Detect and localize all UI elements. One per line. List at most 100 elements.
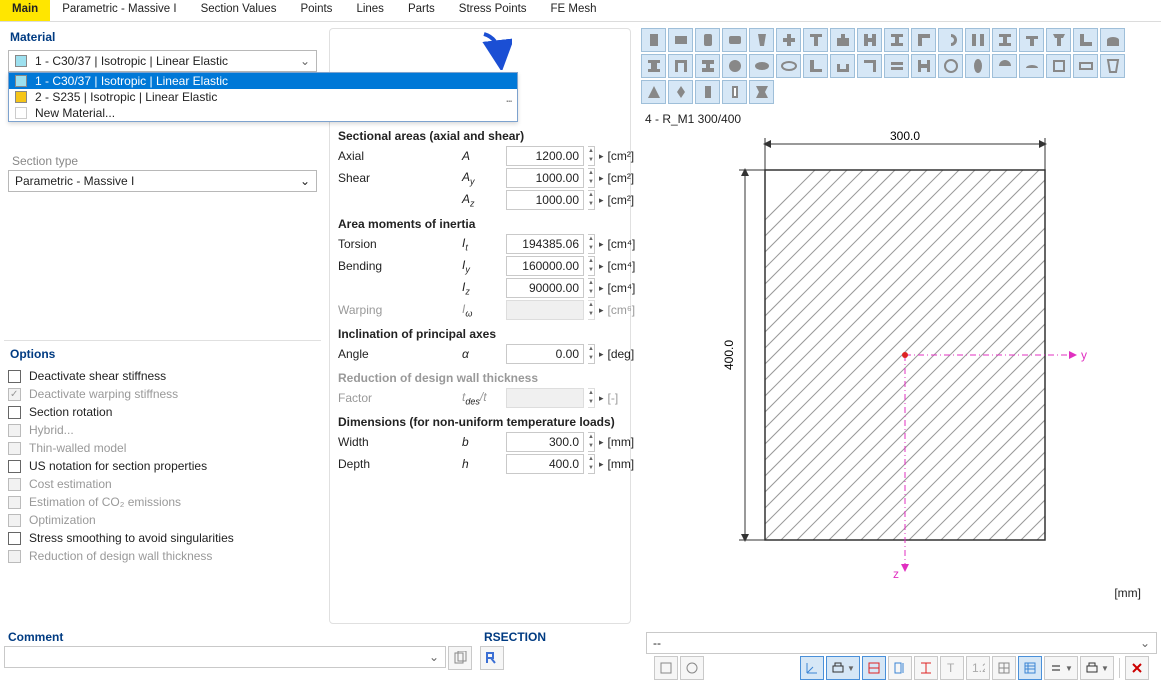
prop-value-input[interactable]: 300.0: [506, 432, 584, 452]
prop-value-input[interactable]: 1000.00: [506, 190, 584, 210]
option-section-rotation[interactable]: Section rotation: [4, 403, 321, 421]
shape-button-33[interactable]: [1046, 54, 1071, 78]
shape-button-1[interactable]: [668, 28, 693, 52]
shape-button-35[interactable]: [1100, 54, 1125, 78]
view-axes[interactable]: [800, 656, 824, 680]
spinner[interactable]: ▲▼: [588, 432, 595, 452]
shape-button-10[interactable]: [911, 28, 936, 52]
shape-button-28[interactable]: [911, 54, 936, 78]
shape-button-17[interactable]: [1100, 28, 1125, 52]
shape-button-12[interactable]: [965, 28, 990, 52]
shape-button-14[interactable]: [1019, 28, 1044, 52]
material-option-2[interactable]: 2 - S235 | Isotropic | Linear Elastic ..…: [9, 89, 517, 105]
view-print[interactable]: ▼: [826, 656, 860, 680]
shape-button-32[interactable]: [1019, 54, 1044, 78]
spinner[interactable]: ▲▼: [588, 256, 595, 276]
prop-value-input[interactable]: 1200.00: [506, 146, 584, 166]
shape-button-4[interactable]: [749, 28, 774, 52]
view-table[interactable]: [1018, 656, 1042, 680]
material-option-new[interactable]: New Material...: [9, 105, 517, 121]
option-stress-smoothing-to-avoid-sing[interactable]: Stress smoothing to avoid singularities: [4, 529, 321, 547]
close-btn[interactable]: [1125, 656, 1149, 680]
prop-value-input[interactable]: 1000.00: [506, 168, 584, 188]
material-dropdown[interactable]: 1 - C30/37 | Isotropic | Linear Elastic …: [8, 50, 317, 72]
shape-button-27[interactable]: [884, 54, 909, 78]
view-section[interactable]: [888, 656, 912, 680]
tab-parametric[interactable]: Parametric - Massive I: [50, 0, 188, 21]
nav-btn-1[interactable]: [654, 656, 678, 680]
prop-value-input[interactable]: 90000.00: [506, 278, 584, 298]
spinner[interactable]: ▲▼: [588, 344, 595, 364]
shape-button-8[interactable]: [857, 28, 882, 52]
shape-button-2[interactable]: [695, 28, 720, 52]
option-deactivate-shear-stiffness[interactable]: Deactivate shear stiffness: [4, 367, 321, 385]
shape-button-18[interactable]: [641, 54, 666, 78]
spinner[interactable]: ▲▼: [588, 278, 595, 298]
view-table-icon: [1023, 661, 1037, 675]
nav-btn-2[interactable]: [680, 656, 704, 680]
shape-button-38[interactable]: [695, 80, 720, 104]
right-select[interactable]: --⌄: [646, 632, 1157, 654]
tab-parts[interactable]: Parts: [396, 0, 447, 21]
shape-button-11[interactable]: [938, 28, 963, 52]
option-label: Section rotation: [29, 405, 112, 419]
prop-value-input[interactable]: 400.0: [506, 454, 584, 474]
shape-button-23[interactable]: [776, 54, 801, 78]
link-icon: ▸: [599, 393, 604, 404]
rsection-button[interactable]: [480, 646, 504, 670]
spinner[interactable]: ▲▼: [588, 454, 595, 474]
shape-button-29[interactable]: [938, 54, 963, 78]
view-grid[interactable]: [992, 656, 1016, 680]
option-us-notation-for-section-proper[interactable]: US notation for section properties: [4, 457, 321, 475]
shape-button-36[interactable]: [641, 80, 666, 104]
tab-points[interactable]: Points: [288, 0, 344, 21]
shape-button-5[interactable]: [776, 28, 801, 52]
shape-button-20[interactable]: [695, 54, 720, 78]
view-values[interactable]: 1.2: [966, 656, 990, 680]
shape-button-6[interactable]: [803, 28, 828, 52]
shape-button-40[interactable]: [749, 80, 774, 104]
tab-section-values[interactable]: Section Values: [189, 0, 289, 21]
view-text[interactable]: T: [940, 656, 964, 680]
tab-stress-points[interactable]: Stress Points: [447, 0, 539, 21]
shape-button-24[interactable]: [803, 54, 828, 78]
comment-copy-button[interactable]: [448, 646, 472, 670]
shape-button-30[interactable]: [965, 54, 990, 78]
view-beam[interactable]: [914, 656, 938, 680]
shape-button-39[interactable]: [722, 80, 747, 104]
view-dims[interactable]: [862, 656, 886, 680]
spinner[interactable]: ▲▼: [588, 146, 595, 166]
shape-button-3[interactable]: [722, 28, 747, 52]
shape-button-34[interactable]: [1073, 54, 1098, 78]
view-layers[interactable]: ▼: [1044, 656, 1078, 680]
section-type-dropdown[interactable]: Parametric - Massive I ⌄: [8, 170, 317, 192]
shape-button-26[interactable]: [857, 54, 882, 78]
spinner[interactable]: ▲▼: [588, 168, 595, 188]
shape-button-25[interactable]: [830, 54, 855, 78]
tab-fe-mesh[interactable]: FE Mesh: [539, 0, 609, 21]
view-printer[interactable]: ▼: [1080, 656, 1114, 680]
material-option-1[interactable]: 1 - C30/37 | Isotropic | Linear Elastic: [9, 73, 517, 89]
shape-button-15[interactable]: [1046, 28, 1071, 52]
prop-value-input[interactable]: 0.00: [506, 344, 584, 364]
tab-main[interactable]: Main: [0, 0, 50, 21]
shape-icon: [754, 58, 770, 74]
spinner[interactable]: ▲▼: [588, 190, 595, 210]
shape-button-31[interactable]: [992, 54, 1017, 78]
shape-button-13[interactable]: [992, 28, 1017, 52]
shape-button-19[interactable]: [668, 54, 693, 78]
shape-button-9[interactable]: [884, 28, 909, 52]
shape-button-0[interactable]: [641, 28, 666, 52]
shape-button-37[interactable]: [668, 80, 693, 104]
shape-button-16[interactable]: [1073, 28, 1098, 52]
prop-value-input[interactable]: 160000.00: [506, 256, 584, 276]
shape-button-21[interactable]: [722, 54, 747, 78]
shape-button-22[interactable]: [749, 54, 774, 78]
prop-value-input[interactable]: 194385.06: [506, 234, 584, 254]
spinner[interactable]: ▲▼: [588, 234, 595, 254]
comment-input[interactable]: ⌄: [4, 646, 446, 668]
section-viewer[interactable]: 300.0 400.0 y z [mm]: [645, 130, 1135, 582]
more-icon: ...: [505, 89, 511, 105]
shape-button-7[interactable]: [830, 28, 855, 52]
tab-lines[interactable]: Lines: [344, 0, 396, 21]
